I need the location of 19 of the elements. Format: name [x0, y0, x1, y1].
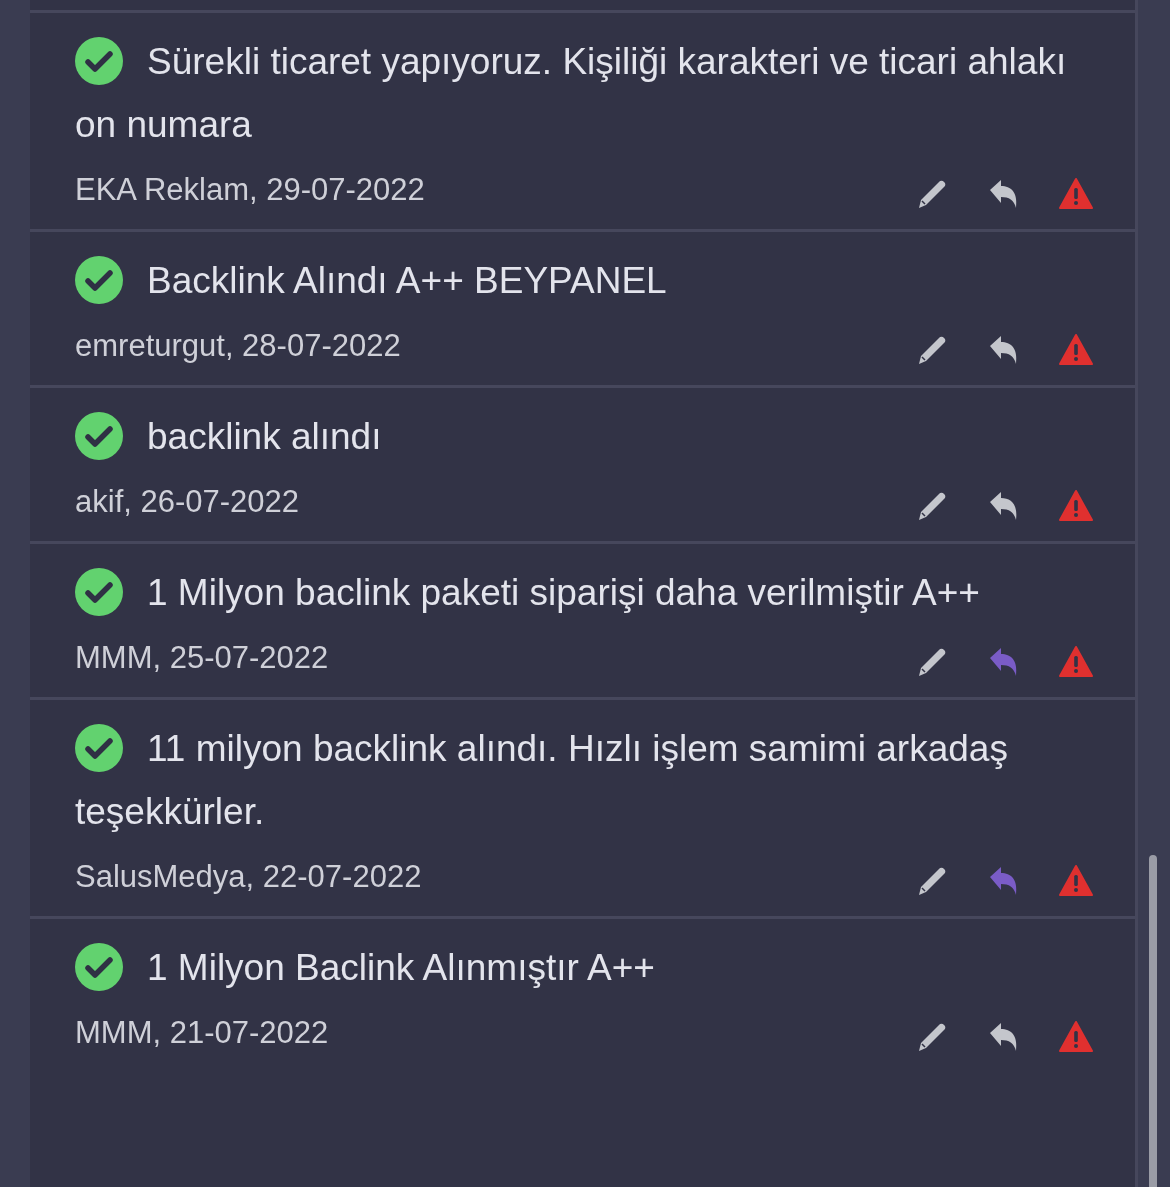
author-date: emreturgut, 28-07-2022: [75, 327, 401, 365]
warning-icon[interactable]: [1059, 864, 1093, 898]
warning-icon[interactable]: [1059, 645, 1093, 679]
author-date: akif, 26-07-2022: [75, 483, 300, 521]
warning-icon[interactable]: [1059, 333, 1093, 367]
author-date: EKA Reklam, 29-07-2022: [75, 171, 425, 209]
review-text: 1 Milyon baclink paketi siparişi daha verilmiştir A++: [75, 561, 1093, 624]
review-text: 1 Milyon Baclink Alınmıştır A++: [75, 936, 1093, 999]
warning-icon[interactable]: [1059, 1020, 1093, 1054]
review-text: 11 milyon backlink alındı. Hızlı işlem samimi arkadaş teşekkürler.: [75, 717, 1093, 843]
review-text: backlink alındı: [75, 405, 1093, 468]
author-date: MMM, 25-07-2022: [75, 639, 329, 677]
review-text: Backlink Alındı A++ BEYPANEL: [75, 249, 1093, 312]
author-date: SalusMedya, 22-07-2022: [75, 858, 422, 896]
warning-icon[interactable]: [1059, 177, 1093, 211]
author-date: MMM, 21-07-2022: [75, 1014, 329, 1052]
warning-icon[interactable]: [1059, 489, 1093, 523]
review-text: Sürekli ticaret yapıyoruz. Kişiliği karakteri ve ticari ahlakı on numara: [75, 30, 1093, 156]
scrollbar-thumb[interactable]: [1149, 855, 1157, 1187]
